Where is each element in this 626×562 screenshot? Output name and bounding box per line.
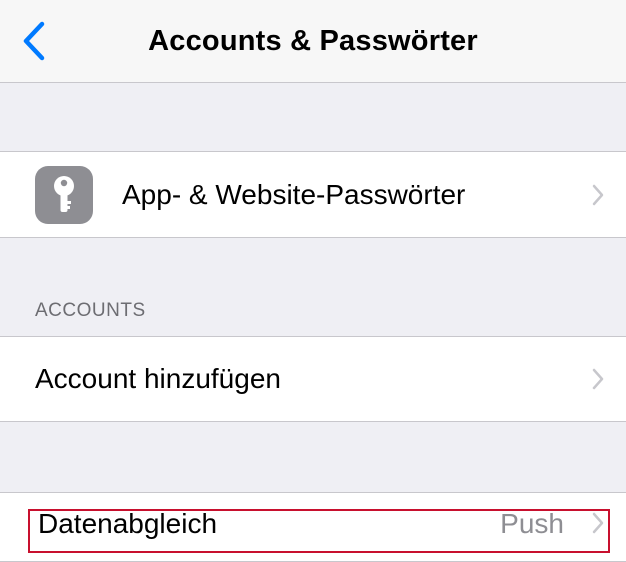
app-website-passwords-row[interactable]: App- & Website-Passwörter	[0, 151, 626, 238]
accounts-section-header: ACCOUNTS	[35, 300, 146, 321]
add-account-row[interactable]: Account hinzufügen	[0, 336, 626, 422]
chevron-right-icon	[592, 184, 604, 205]
fetch-row-label: Datenabgleich	[38, 508, 218, 539]
passwords-app-icon	[35, 165, 93, 224]
navigation-bar: Accounts & Passwörter	[0, 0, 626, 83]
fetch-new-data-row[interactable]: Datenabgleich Push	[0, 492, 626, 562]
add-account-label: Account hinzufügen	[35, 363, 281, 394]
fetch-row-value: Push	[500, 508, 564, 539]
passwords-row-label: App- & Website-Passwörter	[122, 178, 466, 210]
chevron-right-icon	[592, 512, 604, 534]
page-title: Accounts & Passwörter	[148, 24, 478, 57]
key-icon	[54, 175, 74, 212]
chevron-right-icon	[592, 368, 604, 390]
section-spacer	[0, 83, 626, 151]
